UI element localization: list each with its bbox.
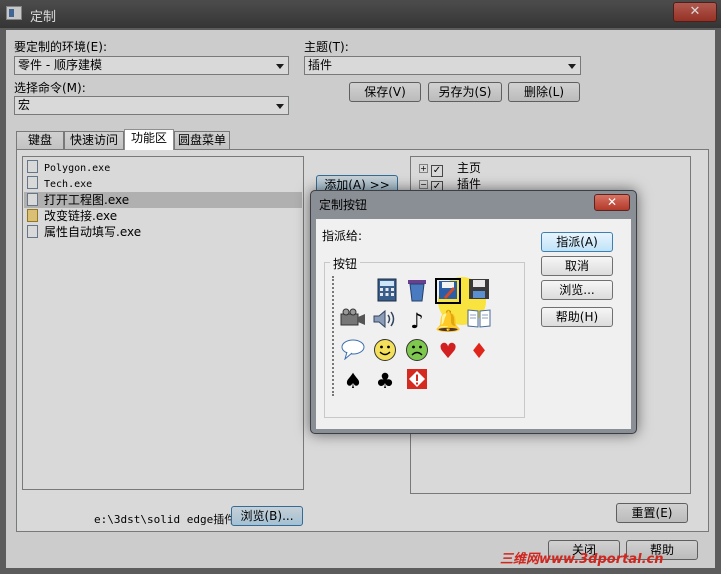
club-icon[interactable]: ♣ xyxy=(372,368,398,394)
assign-button[interactable]: 指派(A) xyxy=(541,232,613,252)
calculator-icon[interactable] xyxy=(374,278,400,304)
music-note-icon[interactable]: ♪ xyxy=(404,308,430,334)
speech-bubble-icon[interactable] xyxy=(340,338,366,364)
dialog-browse-button[interactable]: 浏览... xyxy=(541,280,613,300)
bell-icon[interactable]: 🔔 xyxy=(435,308,461,334)
tab-ribbon[interactable]: 功能区 xyxy=(124,129,174,150)
buttons-group-label: 按钮 xyxy=(330,255,361,272)
warning-sign-icon[interactable] xyxy=(404,368,430,394)
speaker-icon[interactable] xyxy=(372,308,398,334)
spade-icon[interactable]: ♠ xyxy=(340,368,366,394)
diamond-icon[interactable]: ♦ xyxy=(466,338,492,364)
smiley-face-icon[interactable] xyxy=(372,338,398,364)
dialog-help-button[interactable]: 帮助(H) xyxy=(541,307,613,327)
heart-icon[interactable]: ♥ xyxy=(435,338,461,364)
dialog-title: 定制按钮 xyxy=(319,198,368,212)
sad-face-icon[interactable] xyxy=(404,338,430,364)
trash-can-icon[interactable] xyxy=(404,278,430,304)
assign-to-label: 指派给: xyxy=(322,229,363,243)
save-edit-icon[interactable] xyxy=(435,278,461,304)
dialog-close-button[interactable]: ✕ xyxy=(594,194,630,211)
save-disk-icon[interactable] xyxy=(466,278,492,304)
customize-window: 定制 ✕ 要定制的环境(E): 零件 - 顺序建模 主题(T): 插件 选择命令… xyxy=(0,0,721,574)
dialog-client: 指派给: 按钮 ♪ 🔔 ♥ ♦ ♠ ♣ 指派(A) 取消 浏览... 帮助(H) xyxy=(316,219,631,429)
icon-grid: ♪ 🔔 ♥ ♦ ♠ ♣ xyxy=(332,276,522,396)
book-icon[interactable] xyxy=(466,308,492,334)
dialog-cancel-button[interactable]: 取消 xyxy=(541,256,613,276)
video-camera-icon[interactable] xyxy=(340,308,366,334)
watermark: 三维网www.3dportal.cn xyxy=(500,552,664,567)
customize-button-dialog: 定制按钮 ✕ 指派给: 按钮 ♪ 🔔 ♥ ♦ ♠ ♣ 指派(A) 取消 浏览..… xyxy=(310,190,637,434)
